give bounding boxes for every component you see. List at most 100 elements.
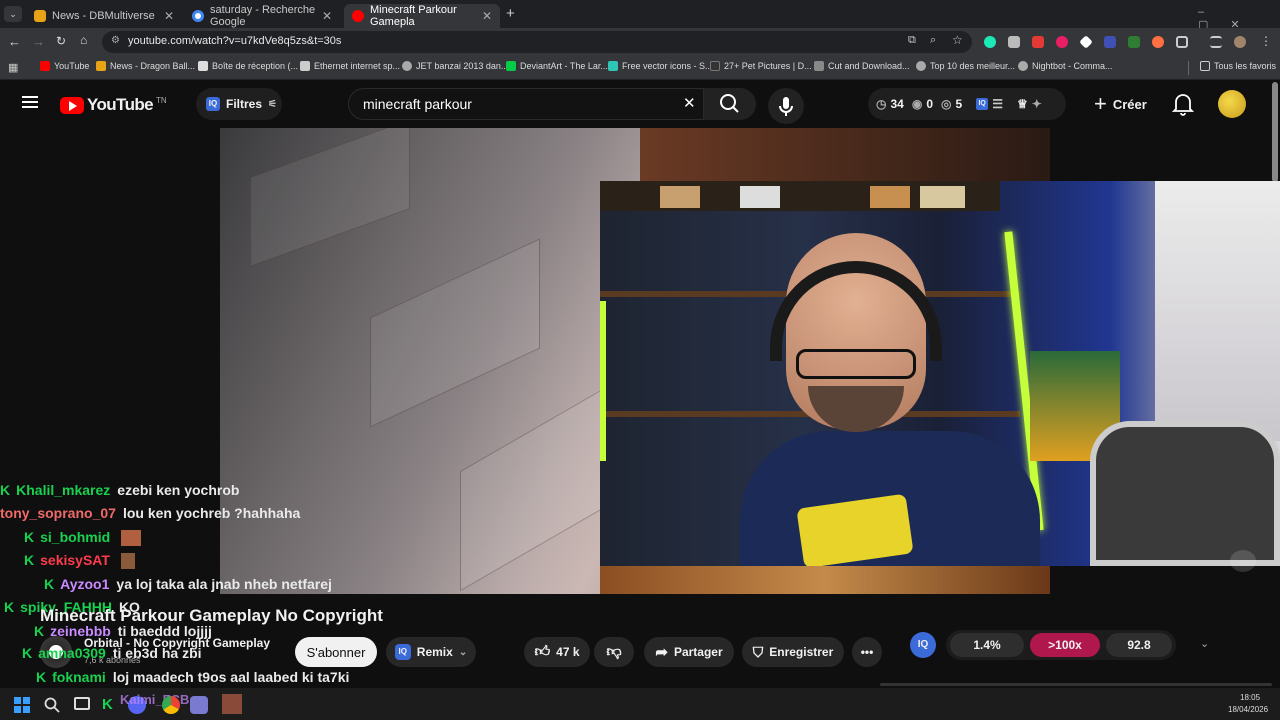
subscribe-button[interactable]: S'abonner (295, 637, 377, 667)
sparkle-icon[interactable]: ✦ (1032, 97, 1042, 111)
bookmark-item[interactable]: Cut and Download... (814, 61, 910, 71)
chat-username: Khalil_mkarez (16, 482, 111, 498)
close-tab-icon[interactable]: ✕ (322, 9, 332, 23)
clock-date[interactable]: 18/04/2026 (1228, 705, 1268, 714)
chat-username: Ayzoo1 (60, 576, 110, 592)
horizontal-scrollbar[interactable] (880, 683, 1272, 686)
chat-message: K Khalil_mkarez ezebi ken yochrob (0, 482, 239, 498)
iq-stat-value: 92.8 (1127, 638, 1151, 652)
tab-search-button[interactable]: ⌄ (4, 6, 22, 22)
bookmark-item[interactable]: Nightbot - Comma... (1018, 61, 1113, 71)
task-view-icon[interactable] (74, 697, 90, 710)
extension-icon[interactable] (1056, 36, 1068, 48)
page-scrollbar[interactable] (1272, 82, 1278, 182)
url-text: youtube.com/watch?v=u7kdVe8q5zs&t=30s (128, 35, 342, 47)
share-button[interactable]: ➦ Partager (644, 637, 734, 667)
tab-favicon-icon (34, 10, 46, 22)
iq-icon: IQ (394, 644, 411, 660)
bookmark-item[interactable]: 27+ Pet Pictures | D... (710, 61, 812, 71)
url-input[interactable]: ⚙ youtube.com/watch?v=u7kdVe8q5zs&t=30s … (102, 31, 972, 53)
video-texture (250, 128, 410, 268)
dislike-button[interactable]: 👎︎ (594, 637, 634, 667)
reading-list-icon[interactable] (1210, 36, 1222, 48)
create-button[interactable]: + Créer (1086, 88, 1156, 120)
bookmark-item[interactable]: Ethernet internet sp... (300, 61, 400, 71)
notifications-button[interactable] (1172, 92, 1194, 116)
extension-icon[interactable] (1079, 35, 1093, 49)
chat-text: lou ken yochreb ?hahhaha (122, 505, 301, 521)
install-icon[interactable]: ⧉ (908, 34, 916, 47)
profile-avatar[interactable] (1234, 36, 1246, 48)
back-arrow-icon[interactable]: ← (8, 34, 21, 49)
all-bookmarks-button[interactable]: Tous les favoris (1200, 61, 1276, 71)
close-tab-icon[interactable]: ✕ (482, 9, 492, 23)
chat-message: KsekisySAT (24, 552, 135, 570)
tab-dbmultiverse[interactable]: News - DBMultiverse ✕ (26, 4, 182, 28)
youtube-logo[interactable]: YouTube TN (60, 95, 167, 115)
hamburger-menu-icon[interactable] (22, 96, 38, 108)
app-icon[interactable] (190, 696, 208, 714)
search-input[interactable]: minecraft parkour ✕ (348, 88, 704, 120)
emote-icon (222, 694, 242, 714)
extension-icon[interactable] (1104, 36, 1116, 48)
bookmark-star-icon[interactable]: ☆ (952, 33, 963, 47)
voice-search-button[interactable] (768, 88, 804, 124)
chrome-icon[interactable] (162, 696, 180, 714)
bookmark-item[interactable]: Top 10 des meilleur... (916, 61, 1015, 71)
new-tab-button[interactable]: + (506, 5, 515, 22)
chat-username: si_bohmid (40, 529, 111, 545)
more-actions-button[interactable]: ••• (852, 637, 882, 667)
bookmark-favicon-icon (710, 61, 720, 71)
remix-button[interactable]: IQ Remix ⌄ (386, 637, 476, 667)
account-avatar[interactable] (1218, 90, 1246, 118)
tab-youtube-active[interactable]: Minecraft Parkour Gamepla ✕ (344, 4, 500, 28)
list-icon[interactable]: ☰ (992, 97, 1003, 111)
kick-app-icon[interactable]: K (102, 696, 113, 713)
site-info-icon[interactable]: ⚙ (111, 35, 120, 46)
search-button[interactable] (704, 88, 756, 120)
stat-value: 0 (926, 97, 934, 111)
clock-time[interactable]: 18:05 (1240, 693, 1260, 702)
kick-badge-icon: K (24, 552, 35, 568)
windows-start-icon[interactable] (14, 697, 30, 713)
bookmark-favicon-icon (814, 61, 824, 71)
eye-icon: ◉ (911, 97, 923, 111)
extension-icon[interactable] (1128, 36, 1140, 48)
extension-icon[interactable] (1032, 36, 1044, 48)
iq-stat-score: 92.8 (1106, 633, 1172, 657)
bookmark-item[interactable]: DeviantArt - The Lar... (506, 61, 608, 71)
reload-icon[interactable]: ↻ (56, 34, 66, 48)
search-icon[interactable] (44, 697, 60, 713)
extension-icon[interactable] (1008, 36, 1020, 48)
extension-icon[interactable] (984, 36, 996, 48)
bookmark-label: YouTube (54, 61, 90, 71)
tab-google[interactable]: saturday - Recherche Google ✕ (184, 4, 340, 28)
extension-icon[interactable] (1152, 36, 1164, 48)
clear-search-icon[interactable]: ✕ (683, 94, 696, 112)
iq-icon[interactable]: IQ (976, 98, 989, 110)
kick-badge-icon: K (34, 623, 45, 639)
bookmark-item[interactable]: JET banzai 2013 dan... (402, 61, 508, 71)
bookmark-label: Nightbot - Comma... (1032, 61, 1113, 71)
extensions-puzzle-icon[interactable] (1176, 36, 1188, 48)
filters-button[interactable]: IQ Filtres ⚟ (196, 88, 282, 120)
forward-arrow-icon[interactable]: → (32, 34, 45, 49)
zoom-icon[interactable]: ⌕ (930, 34, 936, 47)
close-tab-icon[interactable]: ✕ (164, 9, 174, 23)
eye-off-icon: ◎ (941, 97, 952, 111)
iq-badge-icon[interactable]: IQ (910, 632, 936, 658)
chat-message: K Ayzoo1 ya loj taka ala jnab nheb netfare… (44, 576, 332, 592)
bookmark-item[interactable]: News - Dragon Ball... (96, 61, 195, 71)
apps-grid-icon[interactable]: ▦ (8, 61, 18, 74)
chat-username: foknami (52, 669, 106, 685)
menu-kebab-icon[interactable]: ⋮ (1260, 34, 1272, 48)
save-button[interactable]: ⛉ Enregistrer (742, 637, 844, 667)
home-icon[interactable]: ⌂ (80, 33, 87, 47)
chat-message: tony_soprano_07 lou ken yochreb ?hahhaha (0, 505, 300, 521)
bookmark-item[interactable]: Free vector icons - S... (608, 61, 713, 71)
bookmark-item[interactable]: YouTube (40, 61, 89, 71)
bookmark-item[interactable]: Boîte de réception (... (198, 61, 298, 71)
chevron-down-icon[interactable]: ⌄ (1200, 637, 1209, 650)
trophy-icon[interactable]: ♕ (1017, 97, 1028, 111)
like-button[interactable]: 👍︎ 47 k (524, 637, 590, 667)
